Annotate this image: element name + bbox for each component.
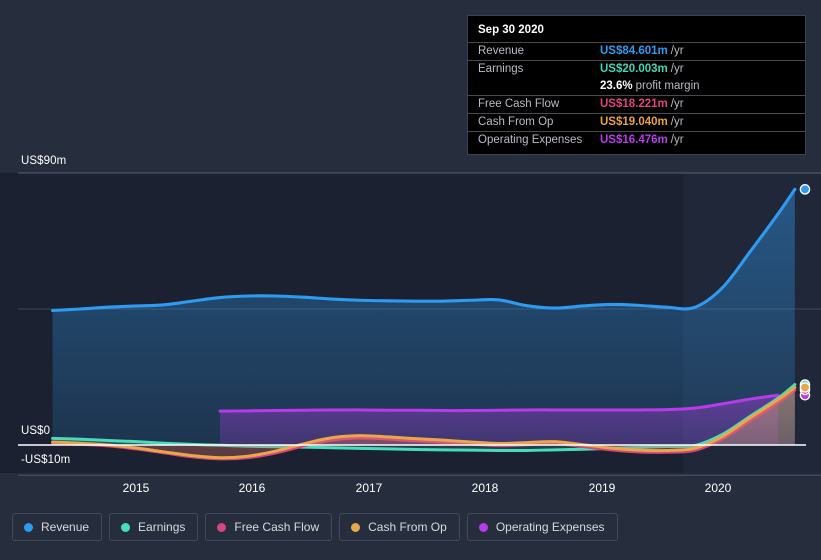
x-axis-tick-2017: 2017 [355,481,383,495]
tooltip-value-operating-expenses: US$16.476m [600,134,668,146]
tooltip-row-cash-from-op: Cash From Op US$19.040m /yr [468,113,805,131]
legend-dot-icon-free-cash-flow [217,522,227,532]
chart-legend: Revenue Earnings Free Cash Flow Cash Fro… [12,513,618,541]
legend-label-cash-from-op: Cash From Op [368,520,447,534]
legend-dot-icon-earnings [121,522,131,532]
tooltip-unit-free-cash-flow: /yr [670,98,684,110]
tooltip-row-revenue: Revenue US$84.601m /yr [468,42,805,60]
tooltip-value-cash-from-op: US$19.040m [600,116,668,128]
legend-item-cash-from-op[interactable]: Cash From Op [339,513,460,541]
tooltip-value-earnings: US$20.003m [600,63,668,75]
tooltip-row-operating-expenses: Operating Expenses US$16.476m /yr [468,131,805,149]
legend-item-earnings[interactable]: Earnings [109,513,199,541]
x-axis-tick-2018: 2018 [471,481,499,495]
tooltip-row-free-cash-flow: Free Cash Flow US$18.221m /yr [468,95,805,113]
legend-dot-icon-cash-from-op [351,522,361,532]
tooltip-key-earnings: Earnings [478,63,524,75]
tooltip-value-revenue: US$84.601m [600,45,668,57]
tooltip-key-free-cash-flow: Free Cash Flow [478,98,560,110]
x-axis-tick-2020: 2020 [704,481,732,495]
legend-item-revenue[interactable]: Revenue [12,513,103,541]
tooltip-date: Sep 30 2020 [478,24,544,36]
tooltip-unit-revenue: /yr [670,45,684,57]
tooltip-row-profit-margin: 23.6% profit margin [468,78,805,95]
legend-label-free-cash-flow: Free Cash Flow [234,520,320,534]
tooltip-unit-earnings: /yr [670,63,684,75]
tooltip-key-operating-expenses: Operating Expenses [478,134,583,146]
tooltip-unit-cash-from-op: /yr [670,116,684,128]
x-axis-tick-2016: 2016 [238,481,266,495]
legend-dot-icon-revenue [24,522,33,532]
tooltip-unit-operating-expenses: /yr [670,134,684,146]
legend-dot-icon-operating-expenses [478,522,488,532]
tooltip-value-profit-margin: 23.6% [600,80,633,92]
tooltip-key-cash-from-op: Cash From Op [478,116,554,128]
tooltip-key-revenue: Revenue [478,45,525,57]
x-axis-tick-2015: 2015 [122,481,150,495]
tooltip-row-earnings: Earnings US$20.003m /yr [468,60,805,78]
financial-chart-screenshot: US$90m US$0 -US$10m 2015 2016 2017 2018 … [0,0,821,560]
tooltip-unit-profit-margin: profit margin [635,80,700,92]
data-tooltip: Sep 30 2020 Revenue US$84.601m /yr Earni… [467,15,806,155]
legend-item-operating-expenses[interactable]: Operating Expenses [466,513,618,541]
legend-item-free-cash-flow[interactable]: Free Cash Flow [205,513,333,541]
legend-label-operating-expenses: Operating Expenses [495,520,605,534]
tooltip-value-free-cash-flow: US$18.221m [600,98,668,110]
legend-label-revenue: Revenue [41,520,90,534]
x-axis-tick-2019: 2019 [588,481,616,495]
legend-label-earnings: Earnings [138,520,186,534]
